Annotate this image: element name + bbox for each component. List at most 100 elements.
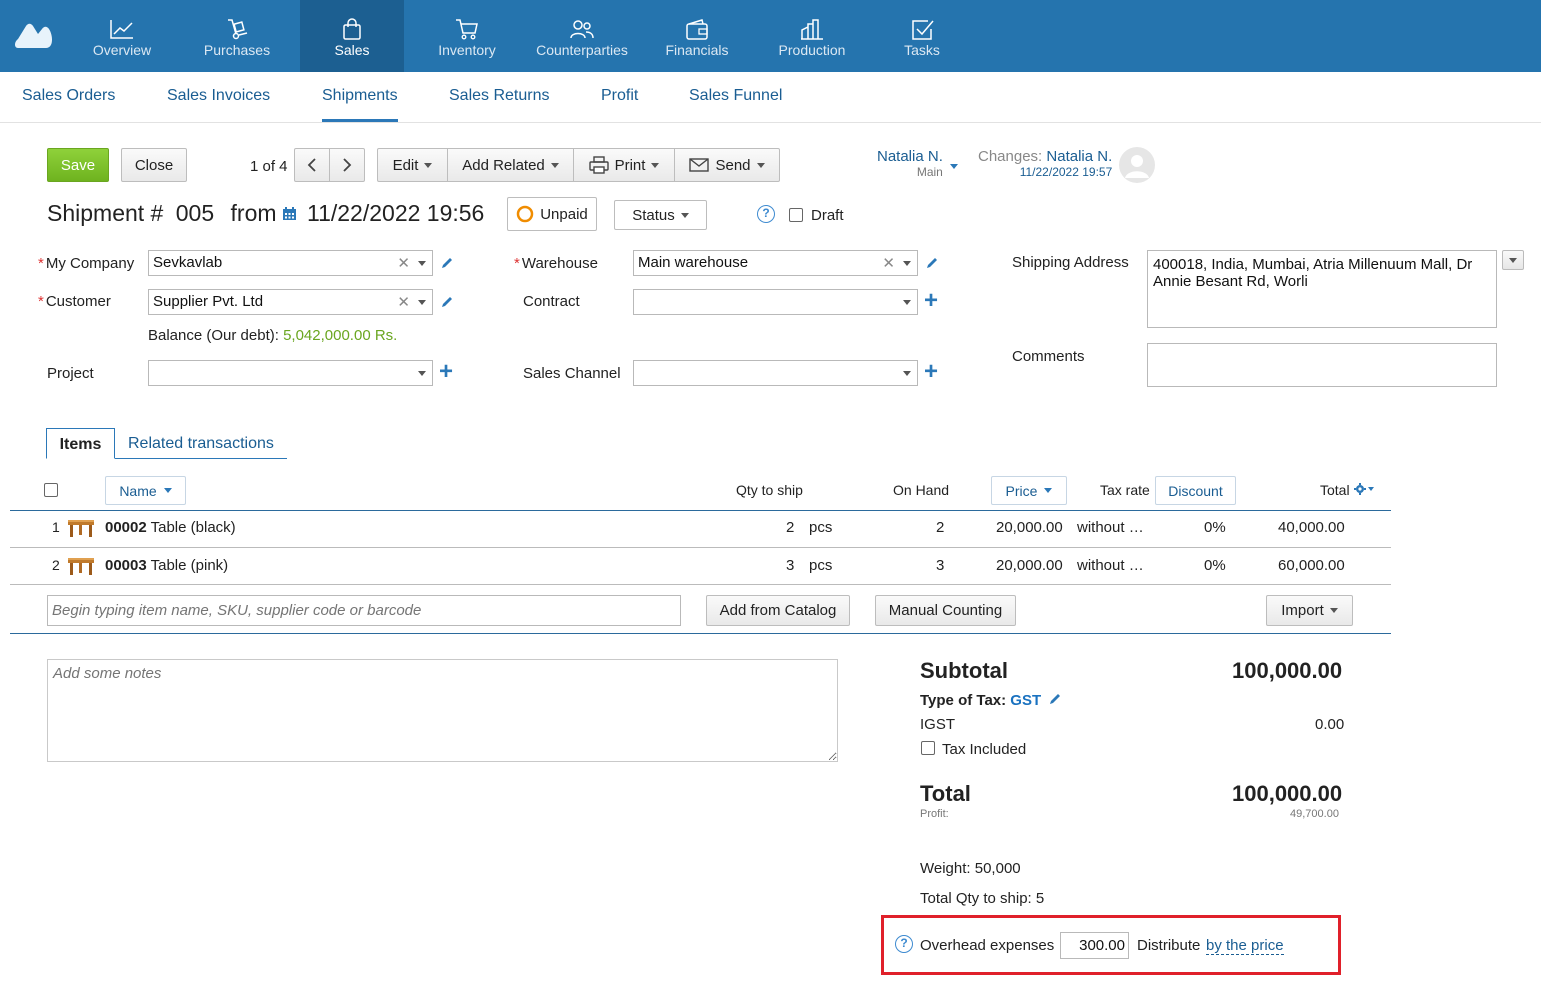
prev-button[interactable] [294,148,330,182]
price-header-label: Price [1005,482,1038,499]
chevron-down-icon[interactable] [418,300,426,305]
chevron-down-icon[interactable] [418,371,426,376]
nav-inventory[interactable]: Inventory [415,0,519,72]
table-row[interactable]: 1 00002 Table (black) 2 pcs 2 20,000.00 … [10,511,1391,547]
doc-number[interactable]: 005 [176,200,214,226]
edit-button[interactable]: Edit [377,148,448,182]
subnav-sales-invoices[interactable]: Sales Invoices [167,87,270,105]
my-company-field[interactable]: Sevkavlab ✕ [148,250,433,276]
chevron-down-icon[interactable] [903,261,911,266]
tab-related-transactions[interactable]: Related transactions [128,435,274,453]
tax-included-checkbox[interactable] [921,741,935,755]
discount-column-header[interactable]: Discount [1155,476,1236,505]
overhead-input[interactable]: 300.00 [1060,932,1129,959]
chevron-down-icon[interactable] [903,371,911,376]
balance-info: Balance (Our debt): 5,042,000.00 Rs. [148,327,397,344]
doc-date[interactable]: 11/22/2022 19:56 [307,200,484,227]
chevron-down-icon [1044,488,1053,493]
subnav-sales-funnel[interactable]: Sales Funnel [689,87,782,105]
select-all-checkbox[interactable] [44,483,58,497]
tax-type-value[interactable]: GST [1010,692,1041,709]
help-icon[interactable]: ? [757,205,775,223]
owner-selector[interactable]: Natalia N. Main [877,148,943,179]
warehouse-label: * Warehouse [514,255,598,272]
discount-value[interactable]: 0% [1204,557,1226,574]
chevron-down-icon[interactable] [950,164,958,169]
nav-sales[interactable]: Sales [300,0,404,72]
column-settings-gear-icon[interactable] [1354,483,1376,495]
tab-items[interactable]: Items [46,428,115,459]
avatar[interactable] [1119,147,1155,183]
nav-financials[interactable]: Financials [645,0,749,72]
add-contract-icon[interactable]: + [924,289,938,313]
price-value[interactable]: 20,000.00 [996,519,1063,536]
add-item-input[interactable] [47,595,681,626]
notes-textarea[interactable] [47,659,838,762]
chart-line-icon [110,20,133,39]
manual-counting-button[interactable]: Manual Counting [875,595,1016,626]
sales-channel-field[interactable] [633,360,918,386]
discount-value[interactable]: 0% [1204,519,1226,536]
print-button[interactable]: Print [573,148,675,182]
balance-value: 5,042,000.00 Rs. [283,327,398,344]
name-column-header[interactable]: Name [105,476,186,505]
clear-icon[interactable]: ✕ [397,293,410,311]
draft-checkbox[interactable] [789,208,803,222]
pencil-icon[interactable] [440,295,454,309]
distribute-method-link[interactable]: by the price [1206,937,1284,955]
project-field[interactable] [148,360,433,386]
app-logo-icon[interactable] [14,20,54,50]
on-hand-value: 2 [936,519,945,536]
nav-counterparties[interactable]: Counterparties [530,0,634,72]
import-button[interactable]: Import [1266,595,1353,626]
overhead-help-icon[interactable]: ? [895,935,913,953]
nav-tasks[interactable]: Tasks [870,0,974,72]
next-button[interactable] [329,148,365,182]
clear-icon[interactable]: ✕ [882,254,895,272]
add-related-button[interactable]: Add Related [447,148,574,182]
send-button[interactable]: Send [674,148,780,182]
close-button[interactable]: Close [121,148,187,182]
table-row[interactable]: 2 00003 Table (pink) 3 pcs 3 20,000.00 w… [10,548,1391,584]
shipping-address-label: Shipping Address [1012,254,1129,271]
subnav-shipments[interactable]: Shipments [322,87,398,122]
pencil-icon[interactable] [1048,692,1062,706]
nav-production[interactable]: Production [760,0,864,72]
address-expand-button[interactable] [1502,250,1524,270]
clear-icon[interactable]: ✕ [397,254,410,272]
status-button[interactable]: Status [614,200,707,230]
add-sales-channel-icon[interactable]: + [924,360,938,384]
add-from-catalog-button[interactable]: Add from Catalog [706,595,850,626]
item-name[interactable]: 00002 Table (black) [105,519,236,536]
shipping-address-field[interactable]: 400018, India, Mumbai, Atria Millenuum M… [1147,250,1497,328]
nav-purchases[interactable]: Purchases [185,0,289,72]
nav-overview[interactable]: Overview [70,0,174,72]
subnav-sales-orders[interactable]: Sales Orders [22,87,115,105]
customer-field[interactable]: Supplier Pvt. Ltd ✕ [148,289,433,315]
save-button[interactable]: Save [47,148,109,182]
changes-user[interactable]: Natalia N. [1046,148,1112,165]
nav-sales-label: Sales [334,42,370,58]
subnav-sales-returns[interactable]: Sales Returns [449,87,550,105]
qty-value[interactable]: 2 [786,519,794,536]
chevron-right-icon [343,158,352,172]
add-project-icon[interactable]: + [439,360,453,384]
pencil-icon[interactable] [440,256,454,270]
warehouse-field[interactable]: Main warehouse ✕ [633,250,918,276]
contract-field[interactable] [633,289,918,315]
subnav-profit[interactable]: Profit [601,87,638,105]
price-value[interactable]: 20,000.00 [996,557,1063,574]
item-code: 00003 [105,557,147,574]
item-name[interactable]: 00003 Table (pink) [105,557,228,574]
price-column-header[interactable]: Price [991,476,1067,505]
qty-value[interactable]: 3 [786,557,794,574]
calendar-icon[interactable] [282,206,297,221]
pencil-icon[interactable] [925,256,939,270]
payment-status-button[interactable]: Unpaid [507,197,597,231]
chevron-down-icon[interactable] [903,300,911,305]
comments-field[interactable] [1147,343,1497,387]
tax-value[interactable]: without … [1077,519,1144,536]
tax-value[interactable]: without … [1077,557,1144,574]
chevron-down-icon[interactable] [418,261,426,266]
total-label: Total [920,781,971,806]
